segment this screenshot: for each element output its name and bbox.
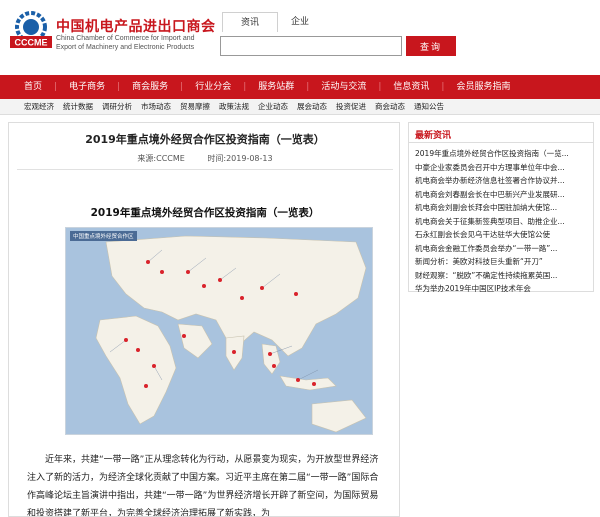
nav-item-ecommerce[interactable]: 电子商务	[57, 75, 117, 99]
zones-map-image: 中国重点境外经贸合作区	[65, 227, 373, 435]
divider	[409, 142, 593, 143]
nav-item-chamber-services[interactable]: 商会服务	[120, 75, 180, 99]
latest-news-list: 2019年重点境外经贸合作区投资指南（一览... 中豪企业家委员会召开中方理事单…	[415, 147, 591, 296]
news-link[interactable]: 机电商会金融工作委员会举办“一带一路”...	[415, 242, 591, 256]
search-input[interactable]	[220, 36, 402, 56]
sub-nav: 宏观经济 统计数据 调研分析 市场动态 贸易摩擦 政策法规 企业动态 展会动态 …	[0, 99, 600, 115]
article-title: 2019年重点境外经贸合作区投资指南（一览表）	[85, 133, 325, 146]
nav-item-member-guide[interactable]: 会员服务指南	[444, 75, 522, 99]
subnav-item-market-news[interactable]: 市场动态	[141, 101, 171, 112]
site-name-en-line-2: Export of Machinery and Electronic Produ…	[56, 44, 195, 51]
news-link[interactable]: 2019年重点境外经贸合作区投资指南（一览...	[415, 147, 591, 161]
news-link[interactable]: 机电商会关于征集新签典型项目、助推企业...	[415, 215, 591, 229]
news-link[interactable]: 新闻分析：美欧对科技巨头重新“开刀”	[415, 255, 591, 269]
map-graphic	[66, 228, 372, 434]
search-tab-company[interactable]: 企业	[272, 12, 328, 32]
article-meta: 来源:CCCME 时间:2019-08-13	[9, 153, 399, 164]
news-link[interactable]: 石永红副会长会见乌干达驻华大使馆公使	[415, 228, 591, 242]
latest-news-panel: 最新资讯 2019年重点境外经贸合作区投资指南（一览... 中豪企业家委员会召开…	[408, 122, 594, 293]
news-link[interactable]: 机电商会刘副会长拜会中国驻加纳大使馆...	[415, 201, 591, 215]
logo-text: CCCME	[15, 38, 48, 48]
nav-item-home[interactable]: 首页	[8, 75, 54, 99]
news-link[interactable]: 机电商会刘春副会长在中巴新兴产业发展研...	[415, 188, 591, 202]
subnav-item-exhibition-news[interactable]: 展会动态	[297, 101, 327, 112]
nav-item-service-sites[interactable]: 服务站群	[246, 75, 306, 99]
nav-item-information[interactable]: 信息资讯	[381, 75, 441, 99]
search-button[interactable]: 查询	[406, 36, 456, 56]
nav-item-events[interactable]: 活动与交流	[309, 75, 378, 99]
article-paragraph: 近年来，共建“一带一路”正从理念转化为行动，从愿景变为现实，为开放型世界经济注入…	[27, 455, 379, 517]
subnav-item-company-news[interactable]: 企业动态	[258, 101, 288, 112]
nav-item-industry-branches[interactable]: 行业分会	[183, 75, 243, 99]
site-name-cn: 中国机电产品进出口商会	[56, 19, 216, 35]
article-source: 来源:CCCME	[137, 154, 185, 163]
subnav-item-investment[interactable]: 投资促进	[336, 101, 366, 112]
site-header: CCCME 中国机电产品进出口商会 China Chamber of Comme…	[0, 0, 600, 72]
subnav-item-statistics[interactable]: 统计数据	[63, 101, 93, 112]
subnav-item-research[interactable]: 调研分析	[102, 101, 132, 112]
news-link[interactable]: 财经观察：“脱欧”不确定性持续拖累英国...	[415, 269, 591, 283]
latest-news-title: 最新资讯	[415, 131, 452, 141]
subnav-item-trade-friction[interactable]: 贸易摩擦	[180, 101, 210, 112]
cccme-logo-icon[interactable]: CCCME	[8, 10, 54, 50]
subnav-item-policy[interactable]: 政策法规	[219, 101, 249, 112]
content-title: 2019年重点境外经贸合作区投资指南（一览表）	[90, 207, 320, 219]
article-date: 时间:2019-08-13	[207, 154, 273, 163]
search-panel: 资讯 企业 查询	[214, 8, 458, 66]
news-link[interactable]: 机电商会举办新经济信息社签署合作协议并...	[415, 174, 591, 188]
search-tab-news[interactable]: 资讯	[222, 12, 278, 32]
site-name-en-line-1: China Chamber of Commerce for Import and	[56, 35, 195, 42]
news-link[interactable]: 中豪企业家委员会召开中方理事单位年中会...	[415, 161, 591, 175]
article-panel: 2019年重点境外经贸合作区投资指南（一览表） 来源:CCCME 时间:2019…	[8, 122, 400, 517]
main-nav: 首页 | 电子商务 | 商会服务 | 行业分会 | 服务站群 | 活动与交流 |…	[0, 75, 600, 99]
subnav-item-chamber-news[interactable]: 商会动态	[375, 101, 405, 112]
news-link[interactable]: 华为举办2019年中国区IP技术年会	[415, 282, 591, 296]
map-caption: 中国重点境外经贸合作区	[70, 231, 137, 241]
subnav-item-macro-economy[interactable]: 宏观经济	[24, 101, 54, 112]
subnav-item-notices[interactable]: 通知公告	[414, 101, 444, 112]
divider	[17, 169, 393, 170]
